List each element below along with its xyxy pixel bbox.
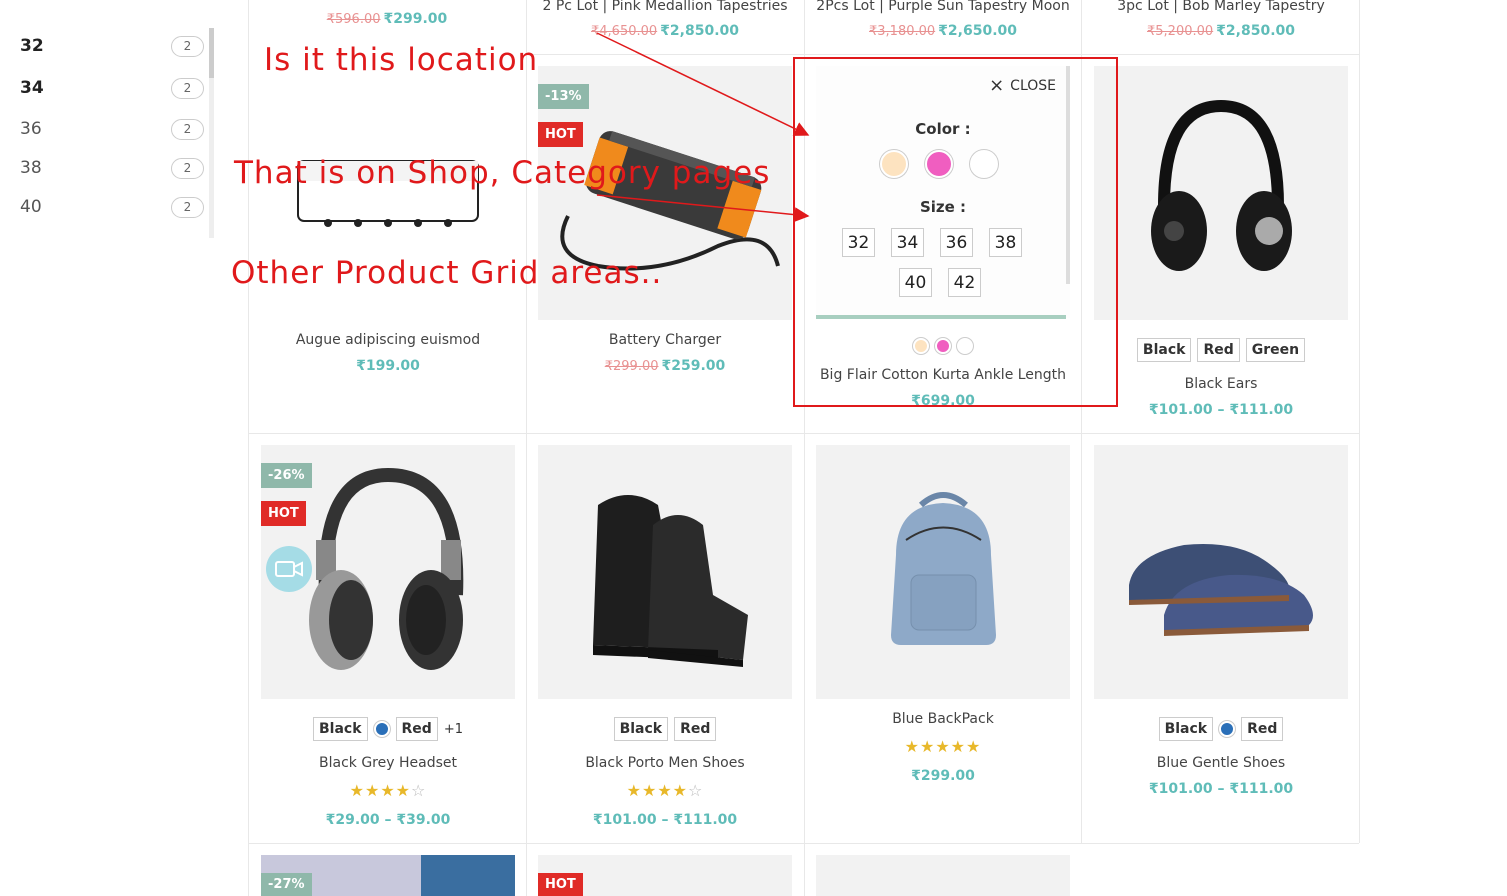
annotation-text: That is on Shop, Category pages — [234, 155, 771, 191]
annotation-arrows — [596, 32, 810, 223]
annotation-text: Other Product Grid areas.. — [231, 255, 663, 291]
annotation-text: Is it this location — [264, 42, 539, 78]
